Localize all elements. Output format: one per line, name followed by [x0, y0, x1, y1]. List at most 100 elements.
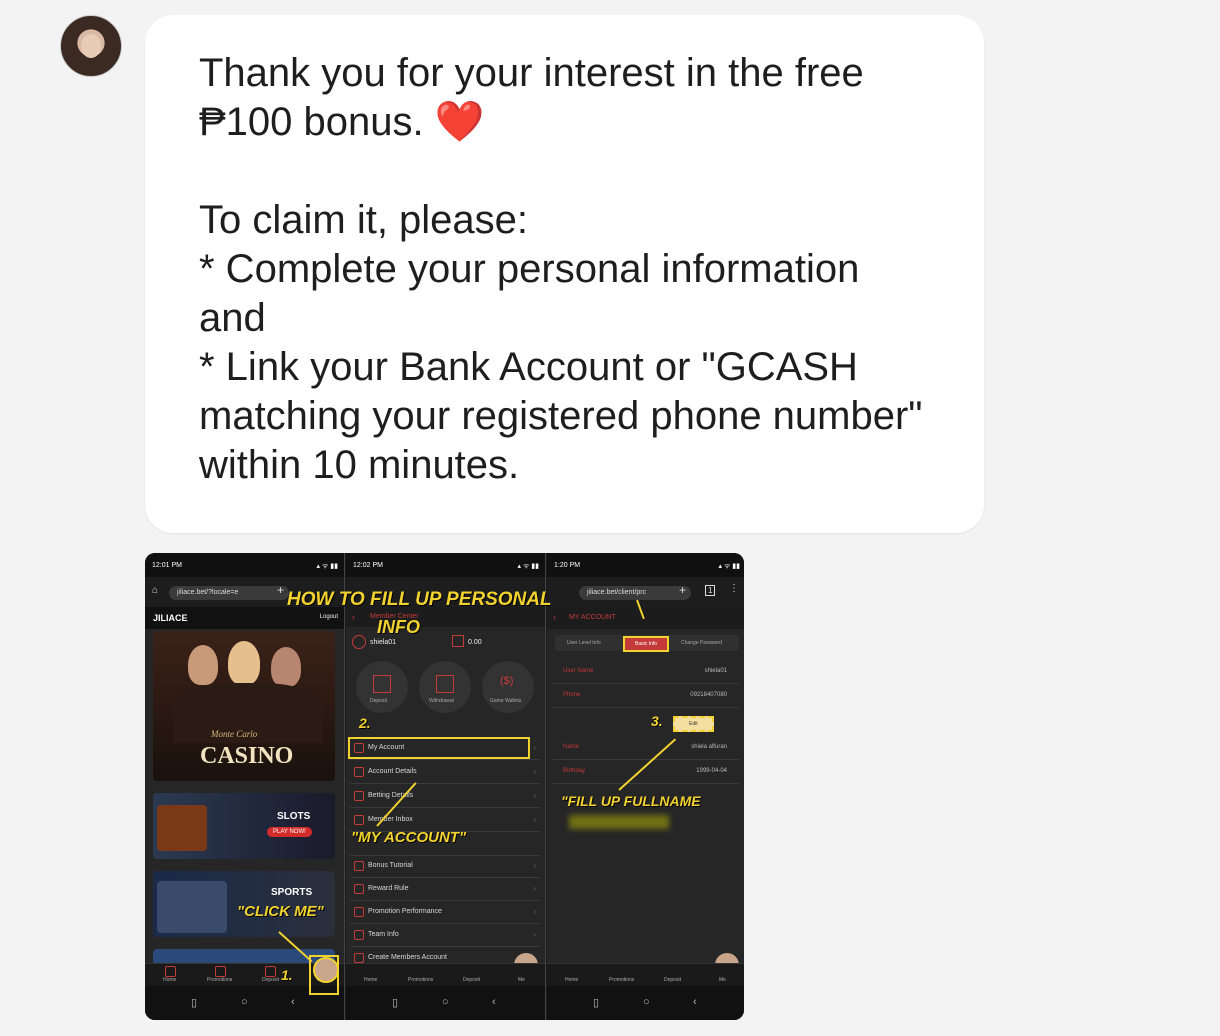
menu-label: Team Info [368, 931, 399, 938]
tab-change-password[interactable]: Change Password [681, 640, 722, 646]
field-name[interactable]: Name shiela alfuran [553, 737, 739, 760]
status-bar: 1:20 PM ▴ ᯤ ▮▮ [547, 553, 744, 577]
back-arrow-icon[interactable]: ‹ [553, 612, 556, 622]
menu-betting-details[interactable]: Betting Details › [350, 785, 540, 808]
chevron-right-icon: › [533, 767, 536, 776]
chevron-right-icon: › [533, 884, 536, 893]
chevron-right-icon: › [533, 815, 536, 824]
tab-promotions[interactable]: Promotions [408, 977, 433, 983]
menu-bonus-tutorial[interactable]: Bonus Tutorial › [350, 855, 540, 878]
play-now-button[interactable]: PLAY NOW! [267, 827, 312, 837]
android-nav-bar: ▯ ○ ‹ [346, 986, 545, 1020]
field-label: Phone [563, 692, 581, 698]
tab-deposit[interactable]: Deposit [664, 977, 681, 983]
field-value: 09218407080 [690, 692, 727, 698]
deposit-icon [373, 675, 391, 693]
back-arrow-icon[interactable]: ‹ [352, 612, 355, 622]
my-account-highlight [348, 737, 530, 759]
wallet-icon [452, 635, 464, 647]
game-wallets-action[interactable]: ($) Game Wallets [482, 661, 534, 713]
step-3-label: 3. [651, 713, 663, 729]
tab-home[interactable]: Home [364, 977, 377, 983]
field-label: Name [563, 744, 580, 750]
menu-promotion-performance[interactable]: Promotion Performance › [350, 901, 540, 924]
chevron-right-icon: › [533, 743, 536, 752]
add-user-icon [354, 953, 364, 963]
tab-me[interactable]: Me [719, 977, 726, 983]
site-logo: JILIACE [153, 613, 188, 623]
account-tabs: User Level Info Basic Info Change Passwo… [555, 635, 739, 652]
slots-title: SLOTS [277, 811, 311, 822]
promotion-icon [354, 907, 364, 917]
my-account-callout: "MY ACCOUNT" [351, 829, 467, 846]
tab-user-level-info[interactable]: User Level Info [567, 640, 601, 646]
recent-apps-icon: ▯ [191, 997, 198, 1009]
slots-banner[interactable]: SLOTS PLAY NOW! [153, 793, 335, 859]
tutorial-icon [354, 861, 364, 871]
inbox-icon [354, 815, 364, 825]
menu-label: Account Details [368, 768, 417, 775]
menu-reward-rule[interactable]: Reward Rule › [350, 878, 540, 901]
tab-basic-info[interactable]: Basic Info [623, 636, 669, 652]
menu-account-details[interactable]: Account Details › [350, 761, 540, 784]
message-text: Thank you for your interest in the free … [199, 51, 923, 487]
home-tab-icon [165, 966, 176, 977]
tab-home[interactable]: Home [565, 977, 578, 983]
status-time: 12:01 PM [152, 562, 182, 569]
bottom-tab-bar: Home Promotions Deposit Me [547, 963, 744, 986]
back-icon: ‹ [693, 996, 697, 1008]
member-balance: 0.00 [468, 639, 482, 646]
menu-team-info[interactable]: Team Info › [350, 924, 540, 947]
chevron-right-icon: › [533, 930, 536, 939]
click-me-callout: "CLICK ME" [237, 903, 324, 920]
menu-label: Member Inbox [368, 816, 413, 823]
field-label: Birthday [563, 768, 586, 774]
tab-home[interactable]: Home [163, 977, 176, 983]
bottom-tab-bar: Home Promotions Deposit Me [346, 963, 545, 986]
withdrawal-label: Withdrawal [429, 698, 454, 704]
deposit-tab-icon [265, 966, 276, 977]
team-icon [354, 930, 364, 940]
url-text: jiliace.bet/?locale=e [169, 586, 289, 600]
step-1-label: 1. [281, 967, 293, 983]
signal-icon: ▴ ᯤ ▮▮ [517, 563, 540, 570]
kebab-menu-icon: ⋮ [729, 583, 739, 594]
back-icon: ‹ [291, 996, 295, 1008]
avatar-face [81, 34, 101, 58]
casino-title: CASINO [200, 743, 294, 769]
sender-avatar[interactable] [60, 15, 122, 77]
logout-link: Logout [319, 614, 338, 620]
withdrawal-action[interactable]: Withdrawal [419, 661, 471, 713]
casino-banner: Monte Carlo CASINO [153, 631, 335, 781]
status-time: 12:02 PM [353, 562, 383, 569]
tab-promotions[interactable]: Promotions [207, 977, 232, 983]
casino-script: Monte Carlo [211, 729, 258, 739]
status-time: 1:20 PM [554, 562, 581, 569]
dollar-icon: ($) [500, 675, 514, 687]
deposit-action[interactable]: Deposit [356, 661, 408, 713]
field-value: shiela01 [704, 668, 727, 674]
home-icon: ⌂ [152, 585, 159, 596]
tab-deposit[interactable]: Deposit [262, 977, 279, 983]
phone-screen-my-account: 1:20 PM ▴ ᯤ ▮▮ jiliace.bet/client/prc + … [547, 553, 744, 1020]
recent-apps-icon: ▯ [593, 997, 600, 1009]
chevron-right-icon: › [533, 907, 536, 916]
field-value: 1999-04-04 [696, 768, 727, 774]
slot-machine-image [157, 805, 207, 851]
my-account-title: MY ACCOUNT [569, 614, 616, 621]
reward-icon [354, 884, 364, 894]
me-tab-highlight [309, 955, 339, 995]
signal-icon: ▴ ᯤ ▮▮ [316, 563, 339, 570]
field-label: User Name [563, 668, 594, 674]
step-2-label: 2. [359, 715, 371, 731]
tab-deposit[interactable]: Deposit [463, 977, 480, 983]
menu-label: Reward Rule [368, 885, 409, 892]
edit-button[interactable]: Edit [673, 716, 714, 732]
blurred-name-field [569, 815, 669, 829]
tutorial-screenshot[interactable]: 12:01 PM ▴ ᯤ ▮▮ ⌂ jiliace.bet/?locale=e … [145, 553, 744, 1020]
tab-me[interactable]: Me [518, 977, 525, 983]
status-bar: 12:02 PM ▴ ᯤ ▮▮ [346, 553, 545, 577]
overlay-title-line2: INFO [377, 617, 420, 637]
details-icon [354, 767, 364, 777]
tab-promotions[interactable]: Promotions [609, 977, 634, 983]
